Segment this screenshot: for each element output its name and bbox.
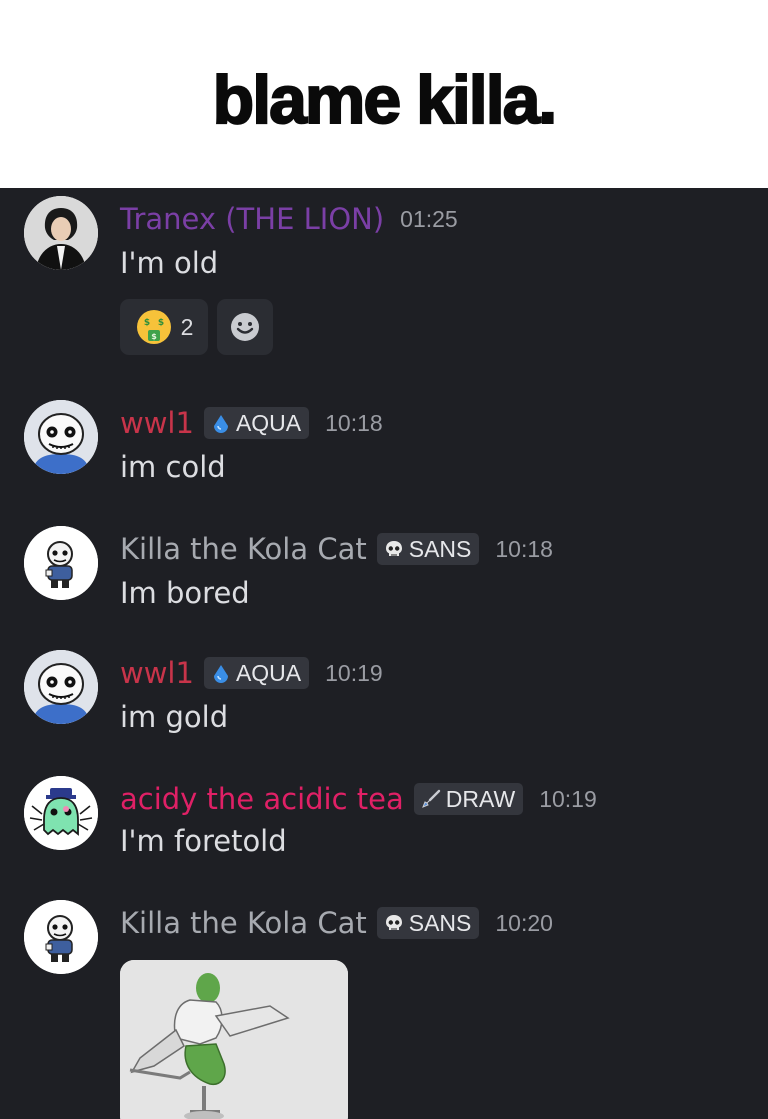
- brush-icon: [420, 788, 442, 810]
- role-tag[interactable]: DRAW: [413, 783, 524, 815]
- message-text: I'm foretold: [120, 824, 287, 858]
- message-text: im cold: [120, 450, 226, 484]
- sans-sprite-avatar-icon: [24, 526, 98, 600]
- avatar[interactable]: [24, 900, 98, 974]
- username[interactable]: wwl1: [120, 406, 194, 440]
- add-reaction-button[interactable]: [217, 299, 273, 355]
- timestamp: 10:20: [495, 909, 553, 936]
- username[interactable]: Killa the Kola Cat: [120, 532, 367, 566]
- chat-log: Tranex (THE LION) 01:25 I'm old $ $ $ 2: [0, 188, 768, 1119]
- role-tag[interactable]: AQUA: [203, 657, 310, 689]
- water-drop-icon: [210, 412, 232, 434]
- avatar[interactable]: [24, 650, 98, 724]
- svg-text:$: $: [151, 332, 157, 341]
- role-tag[interactable]: SANS: [376, 907, 480, 939]
- avatar[interactable]: [24, 526, 98, 600]
- role-tag[interactable]: AQUA: [203, 407, 310, 439]
- photo-avatar-icon: [24, 196, 98, 270]
- avatar[interactable]: [24, 776, 98, 850]
- role-tag-label: AQUA: [235, 409, 302, 436]
- avatar[interactable]: [24, 196, 98, 270]
- skull-icon: [383, 912, 405, 934]
- caption-text: blame killa.: [212, 61, 559, 139]
- meme-caption: blame killa.: [0, 0, 768, 188]
- reaction-bar: $ $ $ 2: [120, 299, 282, 355]
- timestamp: 10:18: [325, 409, 383, 436]
- svg-text:$: $: [157, 318, 163, 328]
- role-tag-label: DRAW: [445, 785, 516, 812]
- role-tag-label: SANS: [408, 535, 472, 562]
- svg-text:$: $: [143, 318, 149, 328]
- username[interactable]: acidy the acidic tea: [120, 782, 404, 816]
- sans-sprite-avatar-icon: [24, 900, 98, 974]
- username[interactable]: wwl1: [120, 656, 194, 690]
- skull-icon: [383, 538, 405, 560]
- timestamp: 01:25: [400, 205, 458, 232]
- role-tag-label: AQUA: [235, 659, 302, 686]
- timestamp: 10:19: [539, 785, 597, 812]
- gif-attachment[interactable]: [120, 960, 348, 1119]
- gif-image-icon: [120, 960, 348, 1119]
- username[interactable]: Killa the Kola Cat: [120, 906, 367, 940]
- avatar[interactable]: [24, 400, 98, 474]
- message-text: im gold: [120, 700, 229, 734]
- water-drop-icon: [210, 662, 232, 684]
- reaction-count: 2: [180, 313, 194, 340]
- sans-skull-avatar-icon: [24, 400, 98, 474]
- message-text: Im bored: [120, 576, 250, 610]
- username[interactable]: Tranex (THE LION): [120, 202, 384, 236]
- message-text: I'm old: [120, 246, 219, 280]
- timestamp: 10:18: [495, 535, 553, 562]
- add-reaction-icon: [231, 313, 259, 341]
- timestamp: 10:19: [325, 659, 383, 686]
- role-tag[interactable]: SANS: [376, 533, 480, 565]
- sans-skull-avatar-icon: [24, 650, 98, 724]
- reaction-money-mouth[interactable]: $ $ $ 2: [120, 299, 208, 355]
- ghost-drawing-avatar-icon: [24, 776, 98, 850]
- role-tag-label: SANS: [408, 909, 472, 936]
- money-mouth-face-icon: $ $ $: [136, 310, 171, 344]
